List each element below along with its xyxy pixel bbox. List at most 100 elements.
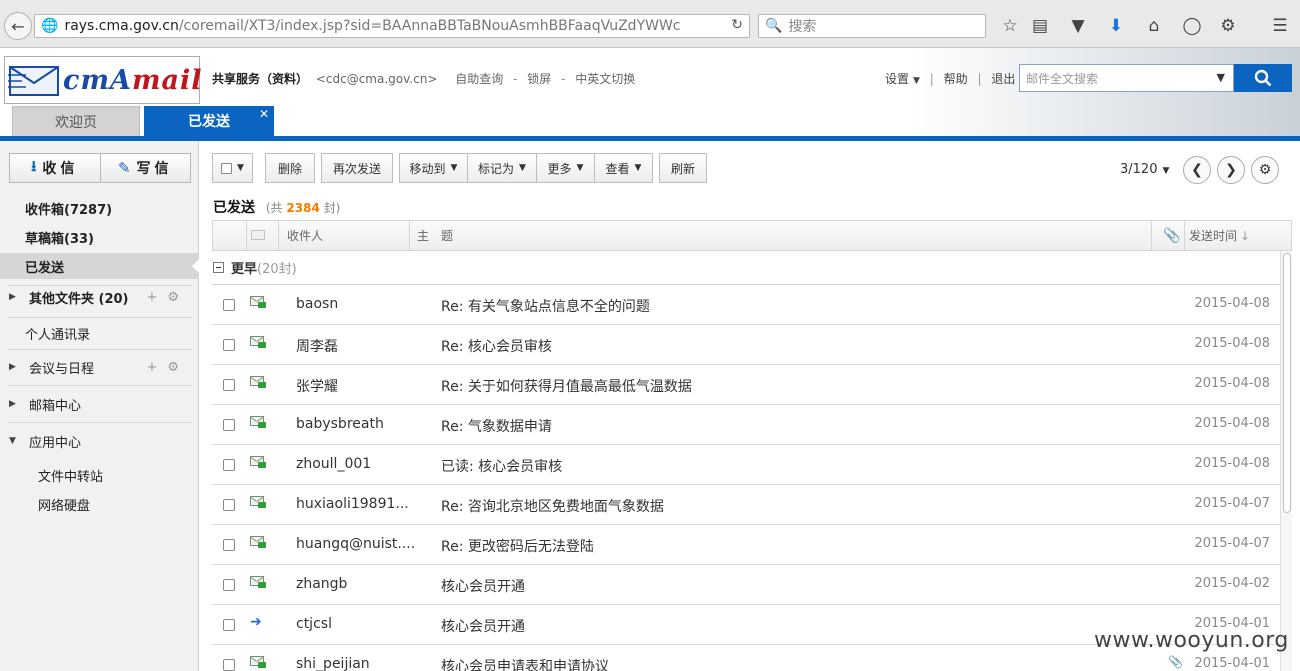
- collapse-arrow-icon[interactable]: ▼: [9, 436, 21, 446]
- more-button[interactable]: 更多 ▼: [537, 153, 595, 183]
- address-bar[interactable]: 🌐 rays.cma.gov.cn/coremail/XT3/index.jsp…: [34, 14, 750, 38]
- mail-checkbox[interactable]: [223, 379, 235, 391]
- select-all-dropdown[interactable]: ▼: [212, 153, 253, 183]
- back-button[interactable]: ←: [4, 12, 32, 40]
- mail-subject[interactable]: Re: 核心会员审核: [441, 336, 552, 356]
- tab-sent[interactable]: 已发送 ✕: [144, 106, 274, 136]
- link-language-switch[interactable]: 中英文切换: [575, 72, 635, 86]
- mail-subject[interactable]: Re: 有关气象站点信息不全的问题: [441, 296, 650, 316]
- mail-row[interactable]: huangq@nuist.... Re: 更改密码后无法登陆 2015-04-07: [212, 525, 1280, 565]
- mail-row[interactable]: huxiaoli19891... Re: 咨询北京地区免费地面气象数据 2015-0…: [212, 485, 1280, 525]
- scrollbar-thumb[interactable]: [1283, 253, 1291, 513]
- home-icon[interactable]: ⌂: [1142, 14, 1166, 38]
- reload-icon[interactable]: ↻: [731, 17, 743, 33]
- mail-subject[interactable]: Re: 更改密码后无法登陆: [441, 536, 594, 556]
- status-column-header[interactable]: [251, 221, 267, 250]
- mail-checkbox[interactable]: [223, 539, 235, 551]
- sidebar-item-netdisk[interactable]: 网络硬盘: [38, 495, 90, 514]
- expand-arrow-icon[interactable]: ▶: [9, 362, 21, 372]
- expand-arrow-icon[interactable]: ▶: [9, 292, 21, 302]
- sidebar-item-drafts[interactable]: 草稿箱(33): [0, 224, 199, 250]
- select-all-checkbox[interactable]: [221, 162, 233, 174]
- reading-list-icon[interactable]: ▤: [1028, 14, 1052, 38]
- mark-as-button[interactable]: 标记为 ▼: [468, 153, 537, 183]
- sidebar-group-label: 邮箱中心: [29, 398, 82, 414]
- expand-arrow-icon[interactable]: ▶: [9, 399, 21, 409]
- browser-search-placeholder: 搜索: [788, 19, 817, 35]
- mail-checkbox[interactable]: [223, 499, 235, 511]
- resend-button[interactable]: 再次发送: [321, 153, 393, 183]
- receive-button[interactable]: ⭳ 收信: [10, 154, 100, 182]
- sidebar-item-inbox[interactable]: 收件箱(7287): [0, 195, 199, 221]
- recipient-column-header[interactable]: 收件人: [287, 221, 323, 250]
- bookmark-star-icon[interactable]: ☆: [998, 14, 1022, 38]
- mail-row[interactable]: zhangb 核心会员开通 2015-04-02: [212, 565, 1280, 605]
- sidebar-item-file-transfer[interactable]: 文件中转站: [38, 466, 103, 485]
- chevron-down-icon: ▼: [237, 163, 244, 173]
- menu-icon[interactable]: ☰: [1268, 14, 1292, 38]
- date-group-header[interactable]: 更早 (20封): [212, 251, 1280, 285]
- sent-time-column-header[interactable]: 发送时间 ↓: [1189, 221, 1250, 250]
- mail-subject[interactable]: Re: 咨询北京地区免费地面气象数据: [441, 496, 664, 516]
- sidebar-group-app-center[interactable]: ▼ 应用中心: [0, 427, 199, 455]
- refresh-button[interactable]: 刷新: [659, 153, 707, 183]
- mail-subject[interactable]: 已读: 核心会员审核: [441, 456, 562, 476]
- mail-row[interactable]: baosn Re: 有关气象站点信息不全的问题 2015-04-08: [212, 285, 1280, 325]
- prev-page-button[interactable]: ❮: [1183, 156, 1211, 184]
- fulltext-search-button[interactable]: [1234, 64, 1292, 92]
- mail-checkbox[interactable]: [223, 459, 235, 471]
- link-self-query[interactable]: 自助查询: [455, 72, 503, 86]
- sidebar-divider: [8, 422, 192, 423]
- help-link[interactable]: 帮助: [944, 72, 968, 86]
- mail-subject[interactable]: 核心会员开通: [441, 576, 525, 596]
- sidebar-group-other-folders[interactable]: ▶ 其他文件夹 (20) +⚙: [0, 283, 199, 311]
- search-scope-dropdown-icon[interactable]: ▼: [1217, 71, 1225, 84]
- link-lock-screen[interactable]: 锁屏: [527, 72, 551, 86]
- sidebar-item-contacts[interactable]: 个人通讯录: [0, 320, 199, 346]
- sidebar-item-sent[interactable]: 已发送: [0, 253, 200, 279]
- logout-link[interactable]: 退出: [991, 72, 1015, 86]
- view-button[interactable]: 查看 ▼: [595, 153, 653, 183]
- chat-icon[interactable]: ◯: [1180, 14, 1204, 38]
- pocket-icon[interactable]: ▼: [1066, 14, 1090, 38]
- mail-subject[interactable]: Re: 关于如何获得月值最高最低气温数据: [441, 376, 692, 396]
- subject-column-header[interactable]: 主 题: [417, 221, 453, 250]
- compose-button[interactable]: ✎ 写信: [99, 154, 191, 182]
- settings-link[interactable]: 设置: [885, 72, 909, 86]
- mail-subject[interactable]: 核心会员申请表和申请协议: [441, 656, 609, 671]
- delete-button[interactable]: 删除: [265, 153, 315, 183]
- browser-search-input[interactable]: 🔍 搜索: [758, 14, 986, 38]
- page-selector[interactable]: 3/120 ▼: [1120, 162, 1169, 177]
- search-icon: 🔍: [765, 18, 783, 34]
- download-icon[interactable]: ⬇: [1104, 14, 1128, 38]
- move-to-label: 移动到: [409, 161, 446, 176]
- mail-row[interactable]: 张学耀 Re: 关于如何获得月值最高最低气温数据 2015-04-08: [212, 365, 1280, 405]
- gear-icon[interactable]: ⚙: [1251, 156, 1279, 184]
- tab-welcome[interactable]: 欢迎页: [12, 106, 140, 136]
- next-page-button[interactable]: ❯: [1217, 156, 1245, 184]
- mail-checkbox[interactable]: [223, 419, 235, 431]
- extension-icon[interactable]: ⚙: [1216, 14, 1240, 38]
- sidebar-group-mailbox-center[interactable]: ▶ 邮箱中心: [0, 390, 199, 418]
- mail-subject[interactable]: 核心会员开通: [441, 616, 525, 636]
- add-gear-icon[interactable]: +⚙: [146, 360, 189, 375]
- fulltext-search-input[interactable]: 邮件全文搜索 ▼: [1019, 64, 1234, 92]
- attachment-column-header[interactable]: 📎: [1163, 221, 1180, 250]
- mail-toolbar: ▼ 删除 再次发送 移动到 ▼ 标记为 ▼ 更多 ▼ 查看 ▼ 刷新: [212, 153, 713, 183]
- mail-row[interactable]: zhoull_001 已读: 核心会员审核 2015-04-08: [212, 445, 1280, 485]
- mail-checkbox[interactable]: [223, 339, 235, 351]
- close-tab-icon[interactable]: ✕: [259, 107, 269, 121]
- sidebar-group-calendar[interactable]: ▶ 会议与日程 +⚙: [0, 353, 199, 381]
- mail-row[interactable]: babysbreath Re: 气象数据申请 2015-04-08: [212, 405, 1280, 445]
- move-to-button[interactable]: 移动到 ▼: [399, 153, 468, 183]
- mail-subject[interactable]: Re: 气象数据申请: [441, 416, 552, 436]
- mail-checkbox[interactable]: [223, 579, 235, 591]
- add-gear-icon[interactable]: +⚙: [146, 290, 189, 305]
- collapse-group-icon[interactable]: [213, 262, 224, 273]
- mail-checkbox[interactable]: [223, 659, 235, 671]
- list-scrollbar[interactable]: [1280, 251, 1292, 671]
- settings-dropdown-icon[interactable]: ▼: [913, 76, 920, 86]
- mail-checkbox[interactable]: [223, 619, 235, 631]
- mail-checkbox[interactable]: [223, 299, 235, 311]
- mail-row[interactable]: 周李磊 Re: 核心会员审核 2015-04-08: [212, 325, 1280, 365]
